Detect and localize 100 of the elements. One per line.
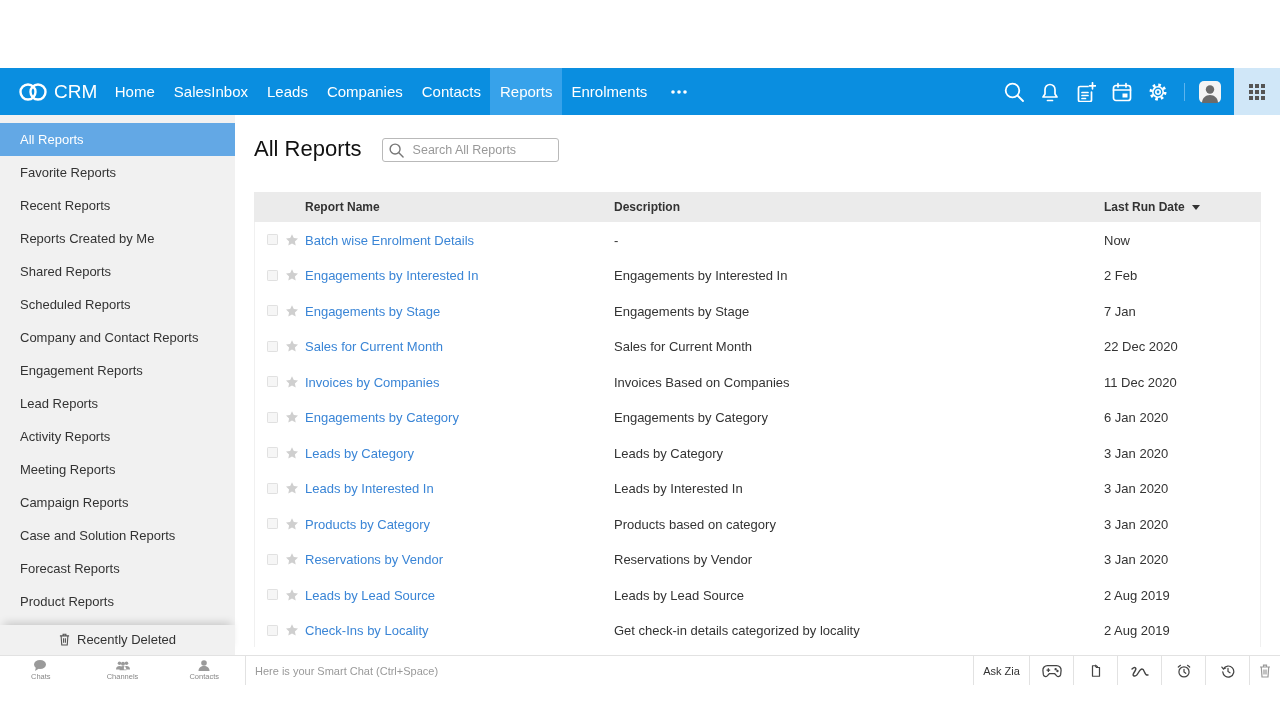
star-icon[interactable] bbox=[286, 553, 298, 566]
row-checkbox[interactable] bbox=[267, 589, 278, 601]
apps-button[interactable] bbox=[1234, 68, 1280, 115]
table-cell: Engagements by Stage bbox=[614, 303, 750, 319]
search-icon[interactable] bbox=[1004, 81, 1024, 102]
row-checkbox[interactable] bbox=[267, 411, 278, 423]
nav-tab[interactable]: Leads bbox=[257, 68, 318, 115]
sidebar-item[interactable]: Recent Reports bbox=[0, 189, 235, 222]
report-link[interactable]: Products by Category bbox=[305, 516, 430, 532]
table-cell: Leads by Interested In bbox=[614, 481, 743, 497]
sidebar-item[interactable]: Engagement Reports bbox=[0, 354, 235, 387]
report-link[interactable]: Batch wise Enrolment Details bbox=[305, 232, 475, 248]
row-checkbox[interactable] bbox=[267, 447, 278, 459]
row-checkbox[interactable] bbox=[267, 376, 278, 388]
report-link[interactable]: Leads by Interested In bbox=[305, 481, 434, 497]
logo-icon[interactable] bbox=[18, 81, 48, 102]
sidebar-item[interactable]: Case and Solution Reports bbox=[0, 519, 235, 552]
sidebar-item[interactable]: Shared Reports bbox=[0, 255, 235, 288]
sidebar-item[interactable]: Lead Reports bbox=[0, 387, 235, 420]
sidebar-item[interactable]: Campaign Reports bbox=[0, 486, 235, 519]
person-icon bbox=[197, 660, 212, 671]
report-link[interactable]: Reservations by Vendor bbox=[305, 552, 444, 568]
row-checkbox[interactable] bbox=[267, 518, 278, 530]
settings-icon[interactable] bbox=[1148, 81, 1168, 102]
row-checkbox[interactable] bbox=[267, 234, 278, 246]
table-cell: Engagements by Interested In bbox=[614, 268, 788, 284]
calendar-icon[interactable] bbox=[1112, 81, 1132, 102]
star-icon[interactable] bbox=[286, 482, 298, 495]
star-icon[interactable] bbox=[286, 233, 298, 246]
table-cell: 2 Aug 2019 bbox=[1104, 587, 1170, 603]
sidebar-item[interactable]: Reports Created by Me bbox=[0, 222, 235, 255]
sidebar-item[interactable]: Scheduled Reports bbox=[0, 288, 235, 321]
nav-tab[interactable]: Reports bbox=[490, 68, 562, 115]
people-group-icon bbox=[115, 660, 130, 671]
star-icon[interactable] bbox=[286, 517, 298, 530]
nav-tab[interactable]: Enrolments bbox=[562, 68, 657, 115]
search-field[interactable]: Search All Reports bbox=[381, 138, 559, 162]
star-icon[interactable] bbox=[286, 411, 298, 424]
table-cell: 7 Jan bbox=[1104, 303, 1136, 319]
column-header[interactable]: Last Run Date bbox=[1104, 200, 1185, 214]
report-link[interactable]: Leads by Category bbox=[305, 445, 415, 461]
document-plus-icon[interactable] bbox=[1076, 81, 1096, 102]
report-link[interactable]: Engagements by Interested In bbox=[305, 268, 479, 284]
row-checkbox[interactable] bbox=[267, 553, 278, 565]
star-icon[interactable] bbox=[286, 340, 298, 353]
report-link[interactable]: Invoices by Companies bbox=[305, 374, 440, 390]
sidebar-item[interactable]: Favorite Reports bbox=[0, 156, 235, 189]
nav-tab[interactable]: Contacts bbox=[412, 68, 491, 115]
sidebar-item[interactable]: Activity Reports bbox=[0, 420, 235, 453]
sidebar-item[interactable]: Meeting Reports bbox=[0, 453, 235, 486]
nav-tab[interactable]: Home bbox=[105, 68, 165, 115]
column-header[interactable]: Description bbox=[614, 200, 680, 214]
row-checkbox[interactable] bbox=[267, 482, 278, 494]
logo-text: CRM bbox=[54, 80, 98, 103]
table-cell: Engagements by Category bbox=[614, 410, 768, 426]
star-icon[interactable] bbox=[286, 624, 298, 637]
row-checkbox[interactable] bbox=[267, 340, 278, 352]
table-cell: Invoices Based on Companies bbox=[614, 374, 790, 390]
chat-input[interactable]: Here is your Smart Chat (Ctrl+Space) bbox=[246, 656, 973, 685]
avatar-icon[interactable] bbox=[1199, 80, 1221, 103]
table-cell: Reservations by Vendor bbox=[614, 552, 753, 568]
row-checkbox[interactable] bbox=[267, 624, 278, 636]
table-cell: Products based on category bbox=[614, 516, 776, 532]
star-icon[interactable] bbox=[286, 304, 298, 317]
nav-tab[interactable]: SalesInbox bbox=[164, 68, 258, 115]
report-link[interactable]: Engagements by Category bbox=[305, 410, 459, 426]
star-icon[interactable] bbox=[286, 446, 298, 459]
report-link[interactable]: Sales for Current Month bbox=[305, 339, 443, 355]
row-checkbox[interactable] bbox=[267, 269, 278, 281]
report-link[interactable]: Leads by Lead Source bbox=[305, 587, 436, 603]
trash-icon bbox=[59, 632, 70, 646]
sidebar-item[interactable]: Forecast Reports bbox=[0, 552, 235, 585]
sidebar-item[interactable]: Company and Contact Reports bbox=[0, 321, 235, 354]
recently-deleted-button[interactable]: Recently Deleted bbox=[0, 625, 235, 655]
bell-icon[interactable] bbox=[1040, 81, 1060, 102]
table-cell: 2 Aug 2019 bbox=[1104, 623, 1170, 639]
table-cell: Get check-in details categorized by locality bbox=[614, 623, 860, 639]
table-cell: 2 Feb bbox=[1104, 268, 1138, 284]
row-checkbox[interactable] bbox=[267, 305, 278, 317]
sidebar-item[interactable]: All Reports bbox=[0, 123, 235, 156]
table-cell: - bbox=[614, 232, 619, 248]
table-cell: 11 Dec 2020 bbox=[1104, 374, 1177, 390]
nav-tab[interactable]: Companies bbox=[317, 68, 413, 115]
table-cell: Now bbox=[1104, 232, 1130, 248]
report-link[interactable]: Engagements by Stage bbox=[305, 303, 441, 319]
column-header[interactable]: Report Name bbox=[305, 200, 380, 214]
star-icon[interactable] bbox=[286, 588, 298, 601]
search-icon bbox=[388, 142, 404, 158]
table-cell: 3 Jan 2020 bbox=[1104, 516, 1169, 532]
table-cell: 6 Jan 2020 bbox=[1104, 410, 1169, 426]
ask-zia-button[interactable]: Ask Zia bbox=[973, 656, 1030, 685]
sort-caret-icon[interactable] bbox=[1191, 204, 1200, 210]
report-link[interactable]: Check-Ins by Locality bbox=[305, 623, 429, 639]
star-icon[interactable] bbox=[286, 375, 298, 388]
star-icon[interactable] bbox=[286, 269, 298, 282]
page-title: All Reports bbox=[254, 136, 362, 162]
sidebar-item[interactable]: Product Reports bbox=[0, 585, 235, 618]
gamepad-icon[interactable] bbox=[1041, 663, 1062, 678]
more-icon[interactable] bbox=[670, 89, 687, 94]
grid-icon bbox=[1249, 83, 1265, 100]
